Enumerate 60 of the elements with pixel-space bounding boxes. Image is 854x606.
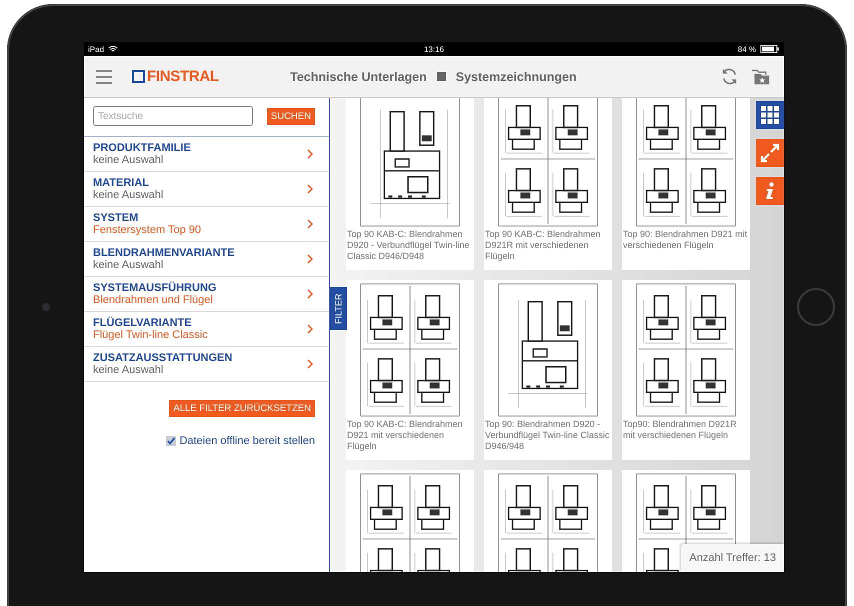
filter-title: PRODUKTFAMILIE: [93, 142, 191, 154]
chevron-right-icon: [307, 184, 313, 194]
drawing-card[interactable]: Top90: Blendrahmen D921R mit verschiedenen Flügeln: [622, 280, 750, 460]
drawing-card[interactable]: Top 90 KAB-C: Blendrahmen D921 mit verschiedenen Flügeln: [346, 280, 474, 460]
grid-icon: [760, 105, 780, 125]
expand-arrows-icon: [760, 143, 780, 163]
checkbox-label: Dateien offline bereit stellen: [179, 435, 315, 447]
filter-value: Blendrahmen und Flügel: [93, 294, 214, 306]
filter-value: Fenstersystem Top 90: [93, 224, 202, 236]
search-field[interactable]: Textsuche: [93, 106, 253, 126]
filter-title: BLENDRAHMENVARIANTE: [93, 246, 235, 258]
breadcrumb-item[interactable]: Technische Unterlagen: [290, 70, 427, 84]
finstral-logo: FINSTRAL: [132, 68, 219, 85]
drawing-card[interactable]: Top 90 KAB-C: Blendrahmen D921R mit verschiedenen Flügeln: [484, 98, 612, 270]
filter-item[interactable]: PRODUKTFAMILIE keine Auswahl: [84, 137, 329, 172]
menu-icon[interactable]: [96, 70, 112, 84]
filter-title: SYSTEMAUSFÜHRUNG: [93, 282, 216, 294]
filter-item[interactable]: ZUSATZAUSSTATTUNGEN keine Auswahl: [84, 347, 329, 382]
expand-button[interactable]: [756, 139, 784, 167]
separator-square-icon: [436, 72, 446, 81]
filter-value: keine Auswahl: [93, 154, 164, 166]
battery-percent: 84 %: [738, 44, 756, 54]
breadcrumb-item[interactable]: Systemzeichnungen: [456, 70, 577, 84]
filter-title: ZUSATZAUSSTATTUNGEN: [93, 352, 232, 364]
filter-item[interactable]: FLÜGELVARIANTE Flügel Twin-line Classic: [84, 312, 329, 347]
chevron-right-icon: [307, 324, 313, 334]
folder-star-icon[interactable]: [751, 67, 770, 86]
filter-item[interactable]: BLENDRAHMENVARIANTE keine Auswahl: [84, 242, 329, 277]
filter-value: Flügel Twin-line Classic: [93, 328, 208, 342]
info-button[interactable]: [756, 177, 784, 205]
filter-value: keine Auswahl: [93, 258, 164, 272]
drawing-card[interactable]: Top 90 KAB-C: Blendrahmen D920 - Verbundflügel Twin-line Classic D946/D948: [346, 98, 474, 270]
drawing-card[interactable]: Top 90: Blendrahmen D921 mit verschiedenen Flügeln: [622, 98, 750, 270]
chevron-right-icon: [307, 219, 313, 229]
drawing-card[interactable]: Top 90: Blendrahmen D920 - Verbundflügel Twin-line Classic D946/948: [484, 280, 612, 460]
filter-value: keine Auswahl: [93, 188, 164, 202]
filter-title: FLÜGELVARIANTE: [93, 316, 193, 328]
grid-view-button[interactable]: [756, 101, 784, 129]
wifi-icon: [108, 45, 118, 53]
filter-title: MATERIAL: [93, 176, 150, 188]
filter-item[interactable]: SYSTEM Fenstersystem Top 90: [84, 207, 329, 242]
device-name: iPad: [88, 44, 104, 54]
camera-dot: [42, 303, 50, 311]
refresh-icon[interactable]: [720, 67, 739, 86]
reset-filters-button[interactable]: ALLE FILTER ZURÜCKSETZEN: [169, 400, 315, 417]
filter-tab[interactable]: FILTER: [330, 287, 347, 330]
battery-icon: [760, 45, 780, 53]
filter-title: SYSTEM: [93, 212, 140, 224]
status-time: 13:16: [424, 44, 444, 54]
drawing-caption: Top 90: Blendrahmen D921 mit verschiedenen Flügeln: [622, 228, 750, 252]
result-count-toast: Anzahl Treffer: 13: [681, 544, 784, 572]
chevron-right-icon: [307, 149, 313, 159]
chevron-right-icon: [307, 289, 313, 299]
checkbox[interactable]: [166, 436, 176, 446]
chevron-right-icon: [307, 359, 313, 369]
filter-item[interactable]: MATERIAL keine Auswahl: [84, 172, 329, 207]
filter-value: keine Auswahl: [93, 364, 164, 376]
filter-item[interactable]: SYSTEMAUSFÜHRUNG Blendrahmen und Flügel: [84, 277, 329, 312]
chevron-right-icon: [307, 254, 313, 264]
search-button[interactable]: SUCHEN: [266, 108, 315, 124]
